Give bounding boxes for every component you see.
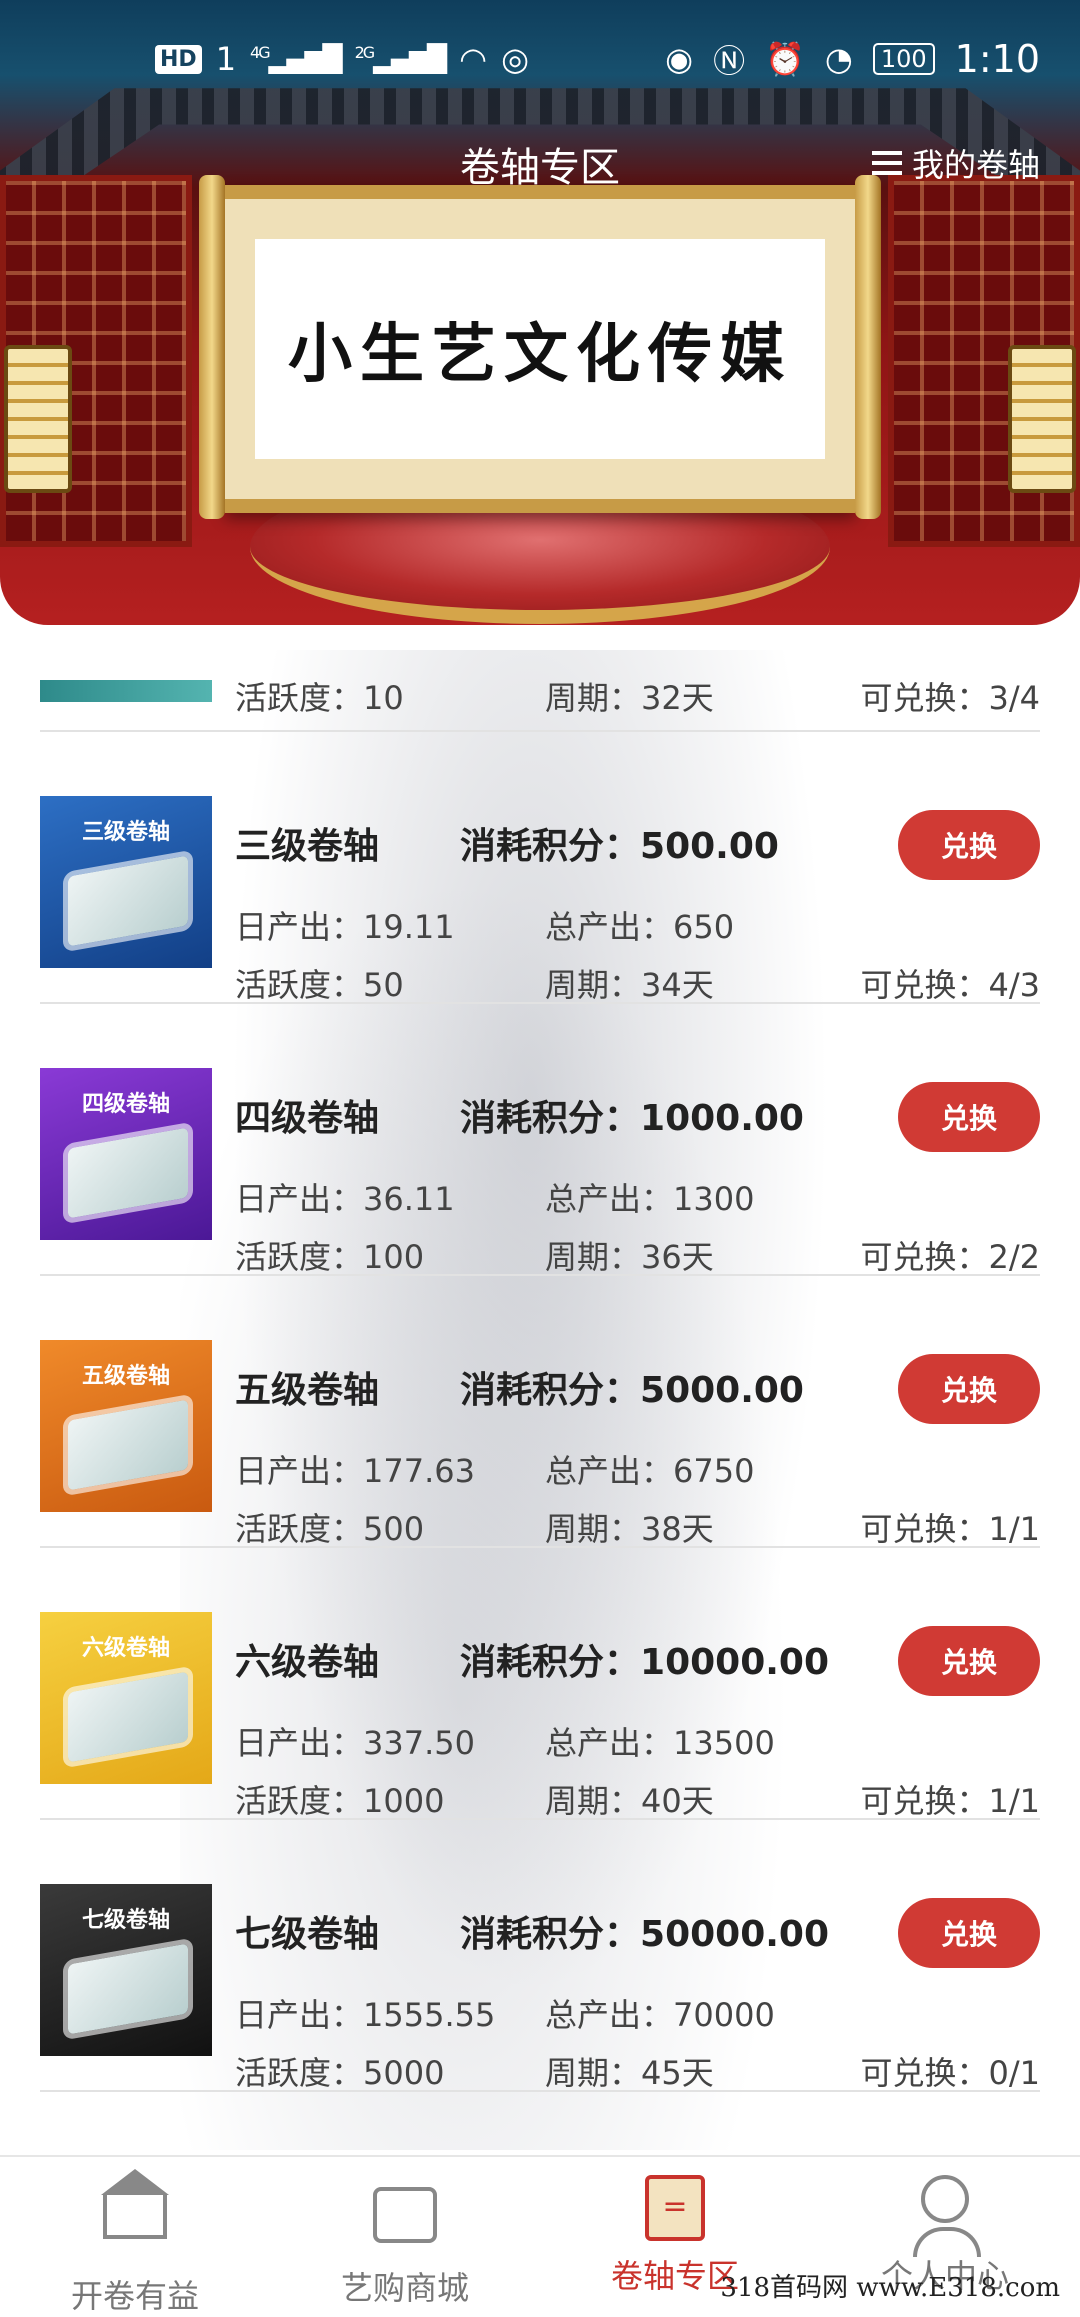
alarm-icon: ⏰	[765, 40, 805, 78]
item-cost: 消耗积分：5000.00	[460, 1370, 804, 1411]
exchangeable-text: 可兑换：2/2	[860, 1238, 1040, 1276]
exchange-button[interactable]: 兑换	[898, 810, 1040, 880]
scroll-image	[68, 1671, 188, 1763]
thumbnail-badge: 七级卷轴	[81, 1908, 170, 1933]
activity-text: 活跃度：10	[235, 679, 404, 717]
eye-icon: ◉	[665, 40, 694, 78]
nav-item-shop[interactable]: 艺购商城	[295, 2175, 515, 2309]
scroll-thumbnail: 七级卷轴	[40, 1884, 212, 2056]
total-output-text: 总产出：70000	[545, 1996, 775, 2034]
nfc-icon: Ⓝ	[713, 42, 746, 80]
banner-text: 小生艺文化传媒	[288, 317, 792, 392]
battery-icon: 100	[872, 43, 935, 75]
thumbnail-badge: 五级卷轴	[81, 1364, 170, 1389]
shop-icon	[373, 2187, 437, 2251]
scroll-thumbnail: 五级卷轴	[40, 1340, 212, 1512]
list-item-partial[interactable]: 活跃度：10 周期：32天 可兑换：3/4	[40, 640, 1040, 732]
scroll-thumbnail	[40, 680, 212, 702]
nav-label: 开卷有益	[70, 2277, 199, 2315]
period-text: 周期：34天	[545, 966, 714, 1004]
daily-output-text: 日产出：36.11	[235, 1180, 455, 1218]
list-item[interactable]: 六级卷轴 六级卷轴 消耗积分：10000.00 兑换 日产出：337.50 总产…	[40, 1548, 1040, 1820]
watermark: 318首码网 www.E318.com	[720, 2273, 1060, 2303]
period-text: 周期：45天	[545, 2054, 714, 2092]
clock: 1:10	[954, 37, 1040, 81]
exchangeable-text: 可兑换：4/3	[860, 966, 1040, 1004]
list-item[interactable]: 四级卷轴 四级卷轴 消耗积分：1000.00 兑换 日产出：36.11 总产出：…	[40, 1004, 1040, 1276]
scroll-image	[68, 855, 188, 947]
scroll-list[interactable]: 活跃度：10 周期：32天 可兑换：3/4 三级卷轴 三级卷轴 消耗积分：500…	[0, 640, 1080, 2092]
nav-label: 艺购商城	[340, 2269, 469, 2307]
exchangeable-text: 可兑换：0/1	[860, 2054, 1040, 2092]
item-name: 四级卷轴	[235, 1098, 380, 1139]
exchangeable-text: 可兑换：1/1	[860, 1510, 1040, 1548]
bottom-nav: 开卷有益 艺购商城 = 卷轴专区 个人中心 318首码网 www.E318.co…	[0, 2155, 1080, 2315]
list-item[interactable]: 七级卷轴 七级卷轴 消耗积分：50000.00 兑换 日产出：1555.55 总…	[40, 1820, 1040, 2092]
period-text: 周期：36天	[545, 1238, 714, 1276]
banner-scroll: 小生艺文化传媒	[199, 175, 881, 519]
daily-output-text: 日产出：1555.55	[235, 1996, 496, 2034]
item-name: 三级卷轴	[235, 826, 380, 867]
daily-output-text: 日产出：177.63	[235, 1452, 475, 1490]
thumbnail-badge: 四级卷轴	[81, 1092, 170, 1117]
left-lantern	[4, 345, 72, 493]
exchange-button[interactable]: 兑换	[898, 1898, 1040, 1968]
scroll-icon: =	[643, 2175, 707, 2241]
exchange-button[interactable]: 兑换	[898, 1626, 1040, 1696]
scroll-image	[68, 1943, 188, 2035]
my-scrolls-link[interactable]: 我的卷轴	[871, 140, 1040, 186]
daily-output-text: 日产出：19.11	[235, 908, 455, 946]
period-text: 周期：32天	[545, 679, 714, 717]
exchangeable-text: 可兑换：1/1	[860, 1782, 1040, 1820]
sim-indicator: 1	[215, 40, 237, 78]
total-output-text: 总产出：6750	[545, 1452, 755, 1490]
item-name: 五级卷轴	[235, 1370, 380, 1411]
activity-text: 活跃度：100	[235, 1238, 425, 1276]
scroll-thumbnail: 六级卷轴	[40, 1612, 212, 1784]
exchangeable-text: 可兑换：3/4	[860, 679, 1040, 717]
nav-item-home[interactable]: 开卷有益	[25, 2169, 245, 2317]
activity-text: 活跃度：50	[235, 966, 404, 1004]
my-scrolls-label: 我的卷轴	[911, 146, 1040, 184]
status-bar: HD 1 4G▂▄▆█ 2G▂▄▆█ ◠ ◎ ◉ Ⓝ ⏰ ◔ 100 1:10	[0, 0, 1080, 120]
daily-output-text: 日产出：337.50	[235, 1724, 475, 1762]
scroll-image	[68, 1399, 188, 1491]
item-name: 七级卷轴	[235, 1914, 380, 1955]
hd-indicator: HD	[155, 44, 202, 74]
thumbnail-badge: 三级卷轴	[81, 820, 170, 845]
home-icon	[101, 2169, 169, 2259]
menu-icon	[871, 151, 902, 175]
item-name: 六级卷轴	[235, 1642, 380, 1683]
signal-2-icon: 2G▂▄▆█	[354, 43, 448, 75]
total-output-text: 总产出：650	[545, 908, 735, 946]
list-item[interactable]: 三级卷轴 三级卷轴 消耗积分：500.00 兑换 日产出：19.11 总产出：6…	[40, 732, 1040, 1004]
item-cost: 消耗积分：1000.00	[460, 1098, 804, 1139]
total-output-text: 总产出：1300	[545, 1180, 755, 1218]
total-output-text: 总产出：13500	[545, 1724, 775, 1762]
wifi-icon: ◠	[459, 40, 488, 78]
thumbnail-badge: 六级卷轴	[81, 1636, 170, 1661]
list-item[interactable]: 五级卷轴 五级卷轴 消耗积分：5000.00 兑换 日产出：177.63 总产出…	[40, 1276, 1040, 1548]
scroll-thumbnail: 三级卷轴	[40, 796, 212, 968]
period-text: 周期：40天	[545, 1782, 714, 1820]
item-cost: 消耗积分：500.00	[460, 826, 779, 867]
hotspot-icon: ◎	[501, 40, 530, 78]
activity-text: 活跃度：500	[235, 1510, 425, 1548]
item-cost: 消耗积分：50000.00	[460, 1914, 830, 1955]
user-icon	[913, 2175, 981, 2257]
scroll-thumbnail: 四级卷轴	[40, 1068, 212, 1240]
activity-text: 活跃度：5000	[235, 2054, 445, 2092]
signal-1-icon: 4G▂▄▆█	[250, 43, 343, 75]
speedometer-icon: ◔	[824, 40, 853, 78]
scroll-image	[68, 1127, 188, 1219]
exchange-button[interactable]: 兑换	[898, 1082, 1040, 1152]
activity-text: 活跃度：1000	[235, 1782, 445, 1820]
exchange-button[interactable]: 兑换	[898, 1354, 1040, 1424]
item-cost: 消耗积分：10000.00	[460, 1642, 830, 1683]
right-lantern	[1008, 345, 1076, 493]
period-text: 周期：38天	[545, 1510, 714, 1548]
